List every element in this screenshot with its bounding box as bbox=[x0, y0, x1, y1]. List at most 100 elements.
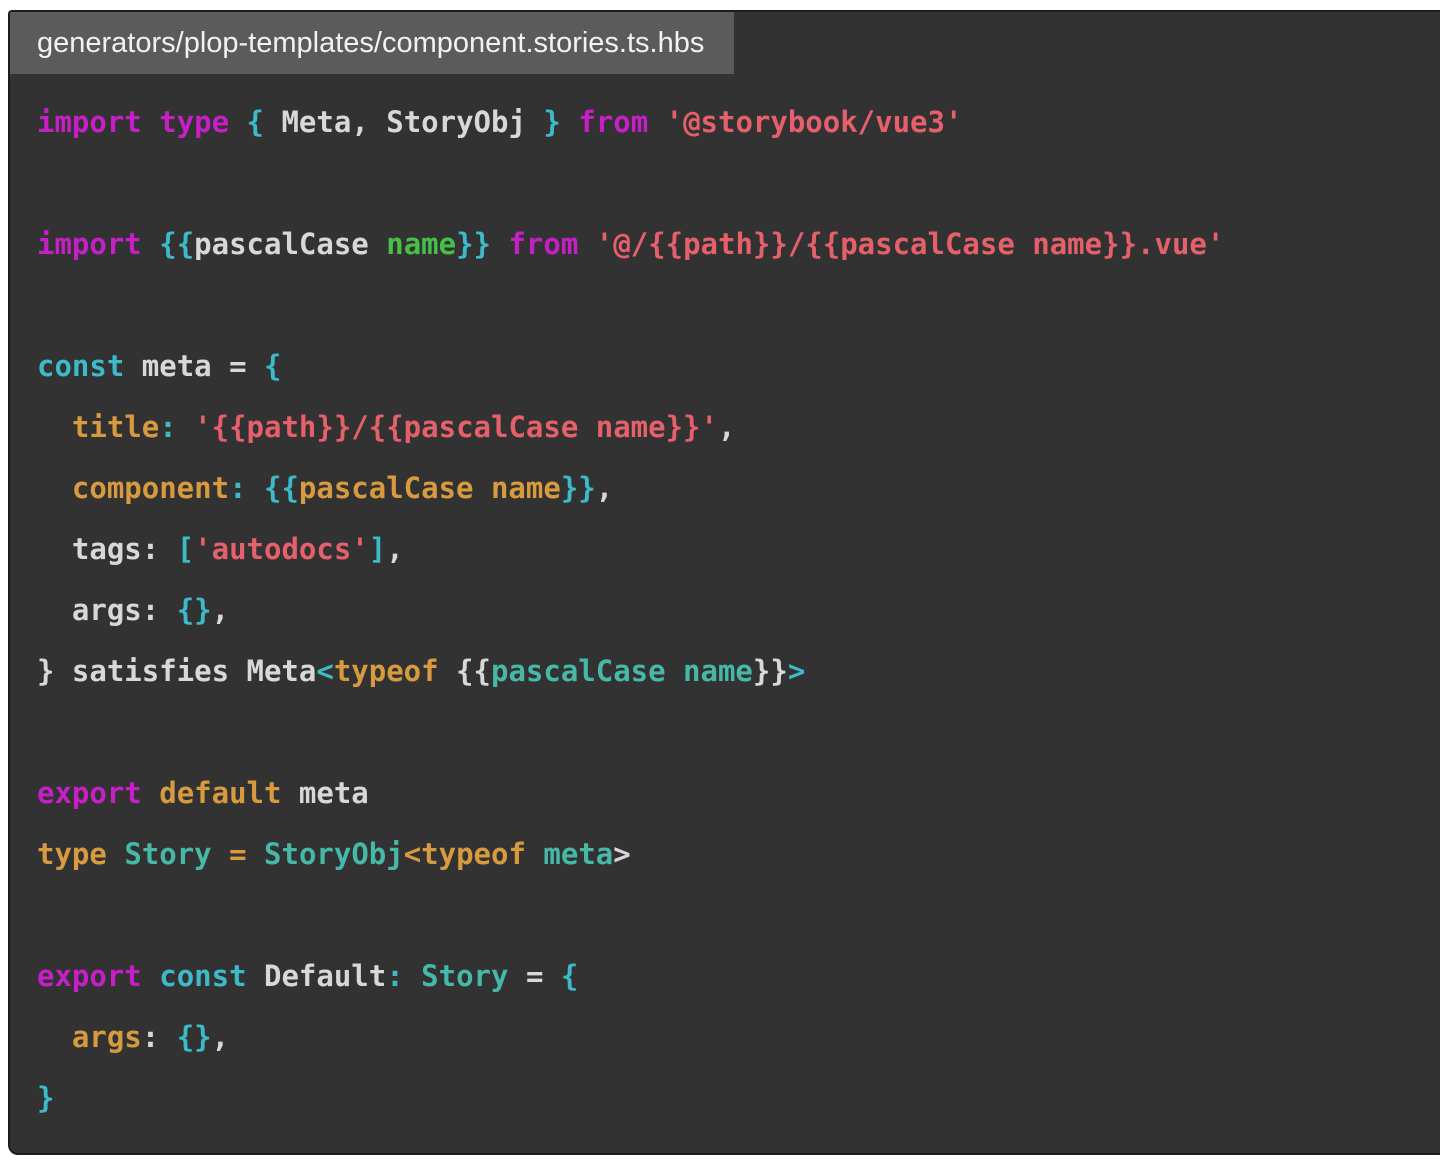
code-token: <typeof bbox=[403, 837, 526, 871]
code-token: const bbox=[159, 959, 247, 993]
code-token: , bbox=[386, 532, 404, 566]
code-line: export const Default: Story = { bbox=[37, 946, 1428, 1007]
code-token: import bbox=[37, 105, 142, 139]
code-line: tags: ['autodocs'], bbox=[37, 519, 1428, 580]
code-token: component bbox=[71, 471, 230, 505]
code-token: }} bbox=[456, 227, 491, 261]
code-line: import type { Meta, StoryObj } from '@st… bbox=[37, 92, 1428, 153]
code-line: type Story = StoryObj<typeof meta> bbox=[37, 824, 1428, 885]
code-token: : bbox=[141, 1020, 177, 1054]
code-token: name bbox=[386, 227, 457, 261]
code-token: tags: bbox=[37, 532, 177, 566]
code-token: '@/{{path}}/{{pascalCase name}}.vue' bbox=[595, 227, 1225, 261]
code-token: StoryObj bbox=[264, 837, 404, 871]
code-token: , bbox=[211, 593, 230, 627]
code-token: > bbox=[613, 837, 631, 871]
code-token: pascalCase bbox=[194, 227, 369, 261]
code-token: : bbox=[386, 959, 404, 993]
code-token: } bbox=[543, 105, 561, 139]
code-token: title bbox=[71, 410, 160, 444]
filename-label: generators/plop-templates/component.stor… bbox=[37, 27, 705, 59]
code-area: import type { Meta, StoryObj } from '@st… bbox=[10, 74, 1440, 1139]
code-token: : bbox=[229, 471, 247, 505]
code-token: meta bbox=[281, 776, 369, 810]
code-token: { bbox=[246, 105, 265, 139]
code-token: pascalCase name bbox=[298, 471, 561, 505]
code-token: < bbox=[316, 654, 334, 688]
code-token: = bbox=[508, 959, 561, 993]
code-token: meta bbox=[543, 837, 614, 871]
code-token: meta = bbox=[124, 349, 264, 383]
code-token: : bbox=[159, 410, 177, 444]
code-token: Story bbox=[124, 837, 212, 871]
code-token: ] bbox=[368, 532, 387, 566]
code-token: {} bbox=[176, 593, 212, 627]
code-line: component: {{pascalCase name}}, bbox=[37, 458, 1428, 519]
code-token: {{ bbox=[264, 471, 299, 505]
code-line: title: '{{path}}/{{pascalCase name}}', bbox=[37, 397, 1428, 458]
code-token: {{ bbox=[159, 227, 195, 261]
code-token: const bbox=[37, 349, 125, 383]
code-line: args: {}, bbox=[37, 1007, 1428, 1068]
code-token: '{{path}}/{{pascalCase name}}' bbox=[194, 410, 718, 444]
code-token: }} bbox=[752, 654, 788, 688]
code-token: typeof bbox=[333, 654, 439, 688]
code-token: = bbox=[229, 837, 247, 871]
code-token: , bbox=[717, 410, 736, 444]
code-token: type bbox=[37, 837, 107, 871]
code-token: { bbox=[560, 959, 579, 993]
filename-tab: generators/plop-templates/component.stor… bbox=[10, 12, 735, 74]
code-token: default bbox=[159, 776, 282, 810]
code-token: { bbox=[264, 349, 282, 383]
code-token: , bbox=[211, 1020, 230, 1054]
code-token: type bbox=[159, 105, 230, 139]
code-token: [ bbox=[176, 532, 195, 566]
code-line: } bbox=[37, 1068, 1428, 1129]
code-token: args: bbox=[37, 593, 177, 627]
code-line: } satisfies Meta<typeof {{pascalCase nam… bbox=[37, 641, 1428, 702]
code-token: Story bbox=[421, 959, 509, 993]
code-token: 'autodocs' bbox=[194, 532, 369, 566]
code-token: from bbox=[578, 105, 649, 139]
code-token: } satisfies Meta bbox=[37, 654, 317, 688]
code-token: {{ bbox=[438, 654, 491, 688]
code-token: export bbox=[37, 776, 142, 810]
code-token: '@storybook/vue3' bbox=[665, 105, 963, 139]
code-token: {} bbox=[176, 1020, 212, 1054]
code-line: const meta = { bbox=[37, 336, 1428, 397]
code-line: export default meta bbox=[37, 763, 1428, 824]
code-block: generators/plop-templates/component.stor… bbox=[8, 10, 1440, 1155]
code-token: from bbox=[508, 227, 579, 261]
code-token: > bbox=[787, 654, 806, 688]
code-token: export bbox=[37, 959, 142, 993]
code-token: Default bbox=[246, 959, 387, 993]
code-line: args: {}, bbox=[37, 580, 1428, 641]
code-token: } bbox=[37, 1081, 55, 1115]
code-token: Meta, StoryObj bbox=[264, 105, 544, 139]
code-token: pascalCase name bbox=[490, 654, 753, 688]
code-token: }} bbox=[560, 471, 596, 505]
code-token: args bbox=[71, 1020, 142, 1054]
